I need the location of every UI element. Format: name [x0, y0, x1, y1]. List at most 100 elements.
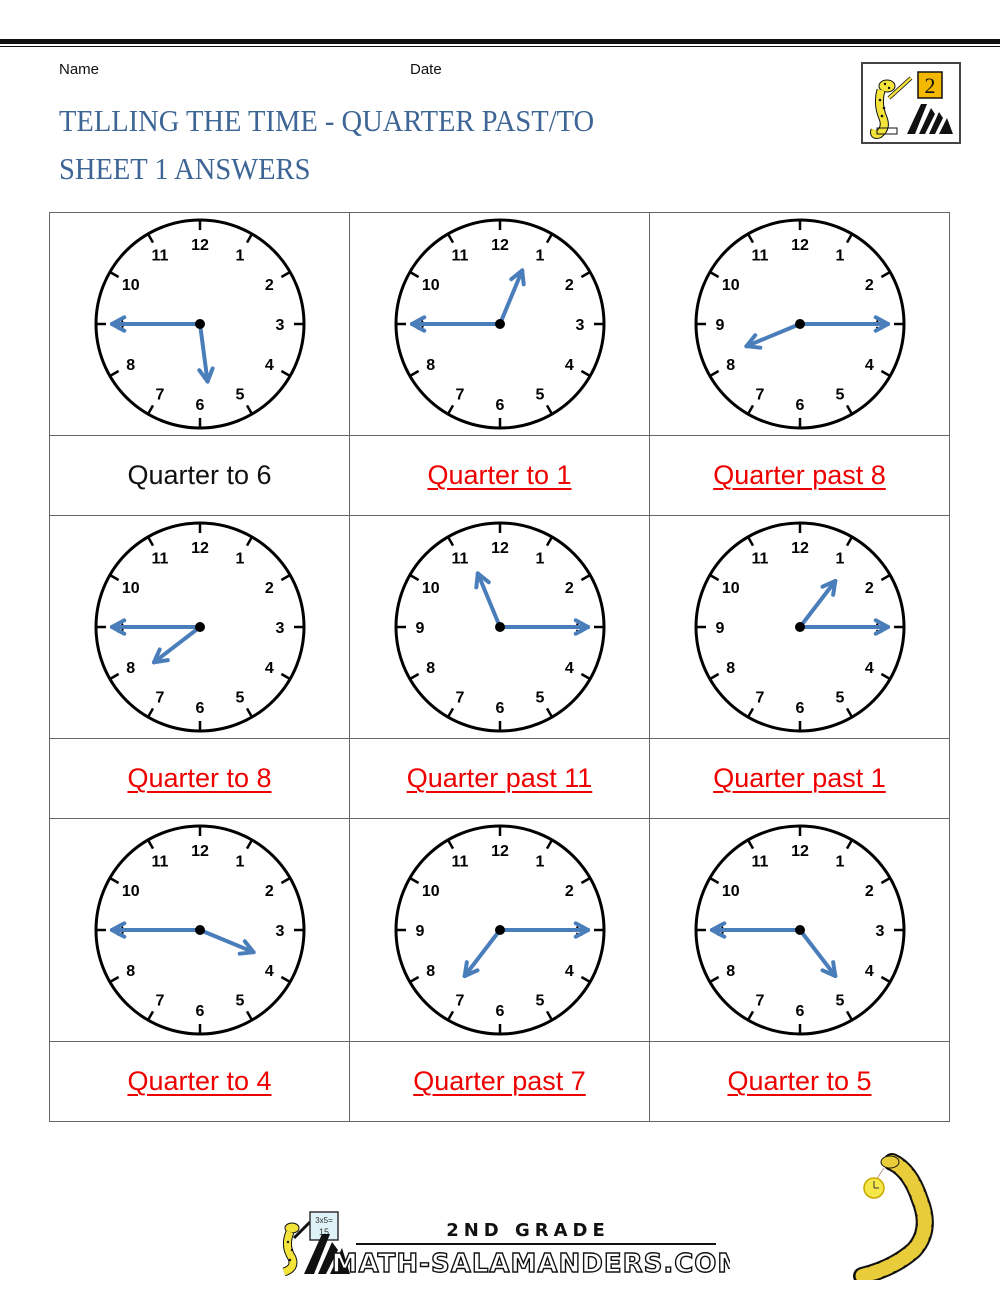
date-label: Date [410, 61, 442, 78]
clock-number: 5 [835, 386, 844, 403]
clock-number: 12 [491, 843, 509, 860]
clock-number: 2 [264, 580, 273, 597]
clock-number: 3 [275, 317, 284, 334]
clock-number: 10 [721, 277, 739, 294]
clock-number: 1 [535, 854, 544, 871]
clock-number: 3 [275, 620, 284, 637]
clock-number: 11 [451, 854, 468, 871]
salamander-icon [870, 76, 913, 139]
clock-number: 6 [495, 397, 504, 414]
clock-number: 2 [564, 580, 573, 597]
clock-number: 12 [791, 540, 809, 557]
clock-number: 7 [455, 689, 464, 706]
clock-number: 11 [451, 248, 468, 265]
clock-cell: 121234567891011 [349, 818, 650, 1042]
answer-text: Quarter past 8 [713, 460, 886, 490]
clock-number: 6 [795, 700, 804, 717]
clock-number: 9 [415, 620, 424, 637]
clock-number: 2 [864, 883, 873, 900]
clock-center-pin [494, 319, 505, 329]
clock-number: 8 [726, 963, 735, 980]
clock-number: 6 [195, 1003, 204, 1020]
clock-number: 9 [415, 923, 424, 940]
clock-number: 10 [721, 883, 739, 900]
clock-cell: 121234567891011 [49, 818, 350, 1042]
clock-number: 12 [491, 237, 509, 254]
clock-number: 8 [726, 660, 735, 677]
clock-cell: 121234567891011 [349, 212, 650, 436]
clock-number: 1 [535, 551, 544, 568]
clock-number: 8 [426, 357, 435, 374]
clock-cell: 121234567891011 [349, 515, 650, 739]
answer-cell: Quarter past 11 [349, 738, 650, 819]
answer-cell: Quarter to 5 [649, 1041, 950, 1122]
clock-center-pin [794, 319, 805, 329]
clock-number: 5 [535, 689, 544, 706]
clock-number: 11 [151, 248, 168, 265]
clock-number: 7 [455, 386, 464, 403]
clock-number: 1 [835, 551, 844, 568]
clock-center-pin [494, 925, 505, 935]
answer-text: Quarter to 8 [127, 763, 272, 793]
easel-m-icon [907, 104, 953, 134]
clock-number: 12 [191, 237, 209, 254]
clock-face: 121234567891011 [94, 218, 305, 430]
clock-number: 5 [835, 992, 844, 1009]
clock-number: 1 [835, 248, 844, 265]
answer-text: Quarter past 11 [406, 763, 593, 793]
clock-number: 5 [235, 992, 244, 1009]
clock-number: 12 [491, 540, 509, 557]
clock-number: 8 [426, 660, 435, 677]
salamander-mascot [840, 1150, 950, 1285]
clock-center-pin [194, 319, 205, 329]
clock-number: 7 [755, 689, 764, 706]
answer-cell: Quarter to 8 [49, 738, 350, 819]
clock-number: 8 [126, 660, 135, 677]
grade-logo: 2 [861, 62, 961, 144]
clock-center-pin [494, 622, 505, 632]
clock-face: 121234567891011 [394, 824, 605, 1036]
clock-number: 6 [495, 1003, 504, 1020]
clock-number: 6 [795, 397, 804, 414]
answer-cell: Quarter past 1 [649, 738, 950, 819]
clock-number: 11 [151, 854, 168, 871]
clock-number: 7 [455, 992, 464, 1009]
clock-cell: 121234567891011 [49, 515, 350, 739]
clock-number: 9 [715, 620, 724, 637]
clock-number: 5 [535, 992, 544, 1009]
clock-number: 4 [864, 660, 873, 677]
answer-cell: Quarter past 7 [349, 1041, 650, 1122]
clock-number: 4 [564, 963, 573, 980]
clock-face: 121234567891011 [394, 218, 605, 430]
clock-number: 4 [264, 963, 273, 980]
clock-number: 2 [564, 883, 573, 900]
clock-number: 12 [791, 237, 809, 254]
clock-center-pin [194, 622, 205, 632]
clock-number: 5 [235, 689, 244, 706]
answer-text: Quarter to 5 [727, 1066, 872, 1096]
answer-grid: 1212345678910111212345678910111212345678… [49, 212, 950, 1122]
worksheet-subtitle: SHEET 1 ANSWERS [59, 151, 311, 186]
clock-row: 1212345678910111212345678910111212345678… [49, 212, 950, 436]
clock-cell: 121234567891011 [649, 515, 950, 739]
answer-cell: Quarter to 6 [49, 435, 350, 516]
header-rule-thick [0, 39, 1000, 44]
footer-grade-text: 2ND GRADE [446, 1220, 610, 1241]
clock-face: 121234567891011 [394, 521, 605, 733]
clock-number: 4 [264, 660, 273, 677]
footer-salamander-icon [282, 1220, 312, 1277]
clock-number: 8 [726, 357, 735, 374]
clock-number: 11 [751, 248, 768, 265]
clock-number: 10 [421, 580, 439, 597]
name-label: Name [59, 61, 100, 78]
answer-text: Quarter past 1 [713, 763, 886, 793]
clock-number: 12 [191, 843, 209, 860]
clock-number: 10 [121, 580, 139, 597]
worksheet-title: TELLING THE TIME - QUARTER PAST/TO [59, 103, 595, 138]
answer-row: Quarter to 8 Quarter past 11 Quarter past … [49, 738, 950, 819]
clock-number: 11 [751, 551, 768, 568]
clock-number: 11 [151, 551, 168, 568]
answer-text: Quarter past 7 [413, 1066, 586, 1096]
clock-number: 7 [155, 992, 164, 1009]
clock-face: 121234567891011 [694, 218, 905, 430]
